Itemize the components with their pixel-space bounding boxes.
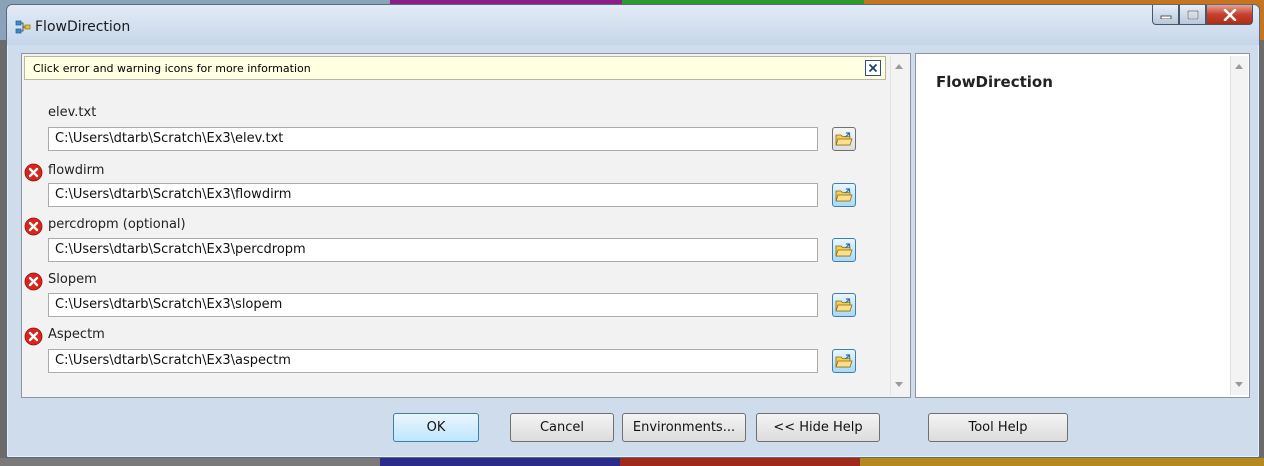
help-scrollbar[interactable] [1230, 56, 1248, 395]
button-bar: OK Cancel Environments... << Hide Help T… [15, 401, 1251, 453]
hide-help-button[interactable]: << Hide Help [756, 413, 880, 442]
message-text: Click error and warning icons for more i… [33, 62, 311, 75]
browse-button-slopem[interactable] [832, 293, 856, 317]
parameters-scrollbar[interactable] [890, 56, 908, 395]
param-input-elev[interactable]: C:\Users\dtarb\Scratch\Ex3\elev.txt [48, 127, 818, 151]
browse-button-percdropm[interactable] [832, 238, 856, 262]
help-title: FlowDirection [936, 73, 1053, 91]
parameters-pane: Click error and warning icons for more i… [21, 53, 911, 398]
desktop-background-bottom [0, 458, 1264, 466]
close-x-icon [868, 63, 878, 73]
ok-button[interactable]: OK [393, 413, 479, 442]
open-folder-icon [835, 132, 853, 146]
close-icon [1223, 8, 1236, 21]
open-folder-icon [835, 298, 853, 312]
open-folder-icon [835, 243, 853, 257]
browse-button-flowdirm[interactable] [832, 183, 856, 207]
error-icon[interactable] [24, 327, 43, 346]
scroll-down-icon[interactable] [1235, 382, 1243, 387]
error-icon[interactable] [24, 217, 43, 236]
maximize-button[interactable] [1179, 5, 1206, 25]
window-controls [1152, 5, 1253, 27]
message-bar: Click error and warning icons for more i… [24, 56, 886, 80]
param-label-percdropm: percdropm (optional) [48, 217, 186, 232]
scroll-up-icon[interactable] [895, 64, 903, 69]
close-button[interactable] [1206, 5, 1253, 25]
minimize-icon [1160, 15, 1171, 19]
title-bar[interactable]: FlowDirection [7, 5, 1259, 45]
tool-model-icon [15, 20, 31, 34]
dialog-content: Click error and warning icons for more i… [15, 49, 1251, 399]
maximize-icon [1186, 9, 1199, 20]
param-input-flowdirm[interactable]: C:\Users\dtarb\Scratch\Ex3\flowdirm [48, 183, 818, 207]
browse-button-elev[interactable] [832, 127, 856, 151]
tool-dialog-window: FlowDirection Click error and warning ic… [6, 4, 1260, 458]
scroll-up-icon[interactable] [1235, 64, 1243, 69]
minimize-button[interactable] [1152, 5, 1179, 25]
browse-button-aspectm[interactable] [832, 349, 856, 373]
scroll-down-icon[interactable] [895, 382, 903, 387]
tool-help-button[interactable]: Tool Help [928, 413, 1068, 442]
error-icon[interactable] [24, 272, 43, 291]
param-input-percdropm[interactable]: C:\Users\dtarb\Scratch\Ex3\percdropm [48, 238, 818, 262]
open-folder-icon [835, 188, 853, 202]
open-folder-icon [835, 354, 853, 368]
window-title: FlowDirection [35, 19, 131, 35]
param-label-elev: elev.txt [48, 105, 97, 120]
error-icon[interactable] [24, 163, 43, 182]
cancel-button[interactable]: Cancel [510, 413, 614, 442]
param-label-slopem: Slopem [48, 272, 97, 287]
param-label-aspectm: Aspectm [48, 327, 105, 342]
message-close-button[interactable] [865, 60, 881, 76]
environments-button[interactable]: Environments... [622, 413, 746, 442]
param-input-slopem[interactable]: C:\Users\dtarb\Scratch\Ex3\slopem [48, 293, 818, 317]
param-input-aspectm[interactable]: C:\Users\dtarb\Scratch\Ex3\aspectm [48, 349, 818, 373]
help-pane: FlowDirection [915, 53, 1250, 398]
param-label-flowdirm: flowdirm [48, 163, 105, 178]
